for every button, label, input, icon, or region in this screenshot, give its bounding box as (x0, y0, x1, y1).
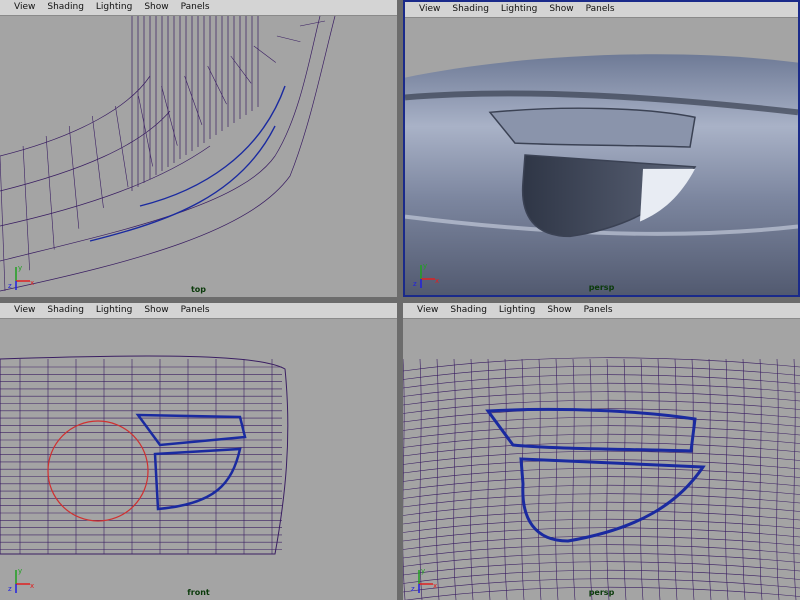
menu-view[interactable]: View (417, 303, 438, 318)
menu-panels[interactable]: Panels (181, 303, 210, 318)
front-wireframe-svg (0, 355, 289, 555)
axis-y-label: y (18, 264, 22, 272)
top-view-wireframe-scene[interactable] (0, 16, 397, 297)
menu-panels[interactable]: Panels (584, 303, 613, 318)
camera-label: persp (588, 588, 615, 597)
menu-lighting[interactable]: Lighting (499, 303, 535, 318)
axis-y-label: y (421, 567, 425, 575)
menu-shading[interactable]: Shading (450, 303, 487, 318)
menu-shading[interactable]: Shading (47, 0, 84, 15)
viewport-menubar: View Shading Lighting Show Panels (403, 303, 800, 319)
shaded-scene[interactable] (405, 18, 798, 295)
front-view-wireframe-scene[interactable] (0, 319, 397, 600)
axis-y-label: y (18, 567, 22, 575)
viewport-menubar: View Shading Lighting Show Panels (0, 0, 397, 16)
viewport-persp-shaded[interactable]: View Shading Lighting Show Panels y x z … (403, 0, 800, 297)
camera-label: front (187, 588, 210, 597)
menu-lighting[interactable]: Lighting (96, 0, 132, 15)
menu-shading[interactable]: Shading (47, 303, 84, 318)
menu-panels[interactable]: Panels (586, 2, 615, 17)
camera-label: persp (588, 283, 615, 292)
menu-show[interactable]: Show (549, 2, 573, 17)
viewport-top[interactable]: View Shading Lighting Show Panels y x z … (0, 0, 397, 297)
top-wireframe-svg (0, 16, 336, 292)
persp-wireframe-scene[interactable] (403, 319, 800, 600)
shaded-model-svg (405, 54, 798, 295)
viewport-persp-wireframe[interactable]: View Shading Lighting Show Panels y x z pers… (403, 303, 800, 600)
menu-lighting[interactable]: Lighting (96, 303, 132, 318)
camera-label: top (190, 285, 207, 294)
menu-panels[interactable]: Panels (181, 0, 210, 15)
menu-view[interactable]: View (14, 303, 35, 318)
menu-view[interactable]: View (14, 0, 35, 15)
menu-lighting[interactable]: Lighting (501, 2, 537, 17)
viewport-menubar: View Shading Lighting Show Panels (405, 2, 798, 18)
persp-wireframe-svg (403, 357, 800, 600)
viewport-menubar: View Shading Lighting Show Panels (0, 303, 397, 319)
viewport-front[interactable]: View Shading Lighting Show Panels y x z fron… (0, 303, 397, 600)
axis-y-label: y (423, 262, 427, 270)
menu-view[interactable]: View (419, 2, 440, 17)
menu-shading[interactable]: Shading (452, 2, 489, 17)
menu-show[interactable]: Show (547, 303, 571, 318)
menu-show[interactable]: Show (144, 303, 168, 318)
menu-show[interactable]: Show (144, 0, 168, 15)
